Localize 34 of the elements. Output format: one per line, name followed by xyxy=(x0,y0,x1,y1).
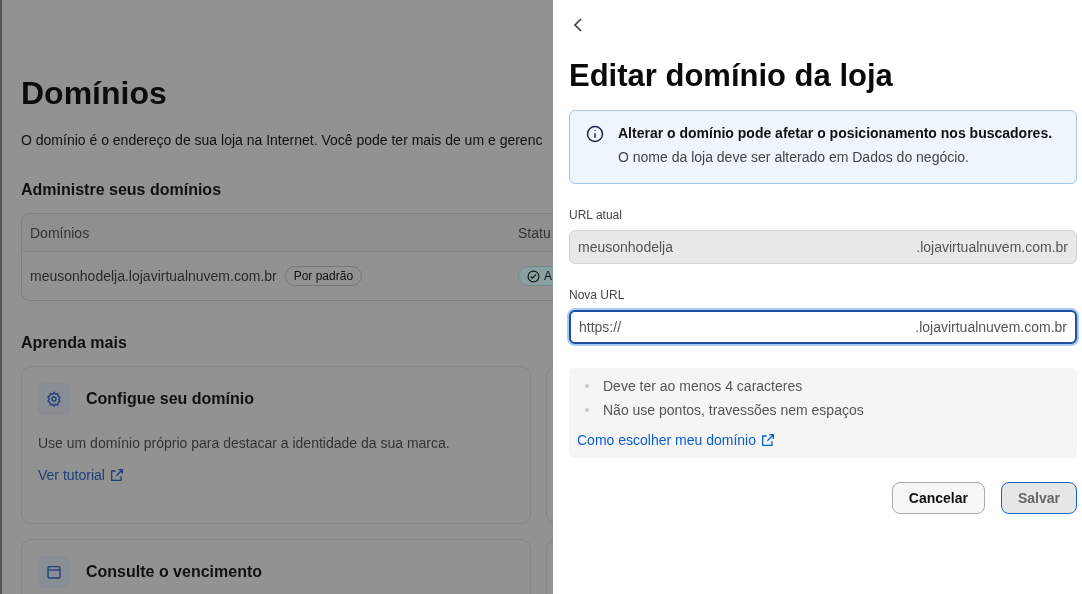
external-link-icon xyxy=(108,467,125,483)
card-title: Configue seu domínio xyxy=(86,390,254,408)
info-icon xyxy=(586,125,604,143)
hint-text: Não use pontos, travessões nem espaços xyxy=(603,402,864,418)
section-title: Aprenda mais xyxy=(21,334,128,352)
bullet-icon xyxy=(585,408,589,412)
field-label: URL atual xyxy=(569,208,623,222)
chevron-left-icon xyxy=(571,17,585,33)
check-circle-icon xyxy=(527,269,540,283)
section-title: Administre seus domínios xyxy=(21,181,223,199)
page-description: O domínio é o endereço de sua loja na Internet. Você pode ter mais de um e gerenc xyxy=(21,132,544,148)
calendar-icon xyxy=(46,564,62,580)
gear-icon xyxy=(46,391,62,407)
column-header: Statu xyxy=(518,224,552,241)
card-title: Consulte o vencimento xyxy=(86,563,263,581)
column-header: Domínios xyxy=(30,224,91,241)
bullet-icon xyxy=(585,384,589,388)
help-link[interactable]: Como escolher meu domínio xyxy=(577,432,1069,448)
domain-suffix: .lojavirtualnuvem.com.br xyxy=(916,239,1068,255)
tutorial-link[interactable]: Ver tutorial xyxy=(38,467,125,483)
drawer-title: Editar domínio da loja xyxy=(569,58,894,94)
external-link-icon xyxy=(760,432,776,448)
alert-text: O nome da loja deve ser alterado em Dados do negócio. xyxy=(618,149,970,165)
cancel-button[interactable]: Cancelar xyxy=(891,482,985,514)
url-field[interactable]: https:// .lojavirtualnuvem.com.br xyxy=(569,310,1077,344)
page-title: Domínios xyxy=(21,75,168,112)
domain-suffix: .lojavirtualnuvem.com.br xyxy=(915,319,1067,335)
alert-title: Alterar o domínio pode afetar o posicionamento nos buscadores. xyxy=(618,125,1053,141)
card-text: Use um domínio próprio para destacar a identidade da sua marca. xyxy=(38,435,451,451)
hint-text: Deve ter ao menos 4 caracteres xyxy=(603,378,803,394)
status-tag: A xyxy=(518,266,553,286)
field-label: Nova URL xyxy=(569,288,626,302)
domain-name: meusonhodelja.lojavirtualnuvem.com.br xyxy=(30,268,277,284)
url-field: meusonhodelja .lojavirtualnuvem.com.br xyxy=(569,230,1077,264)
